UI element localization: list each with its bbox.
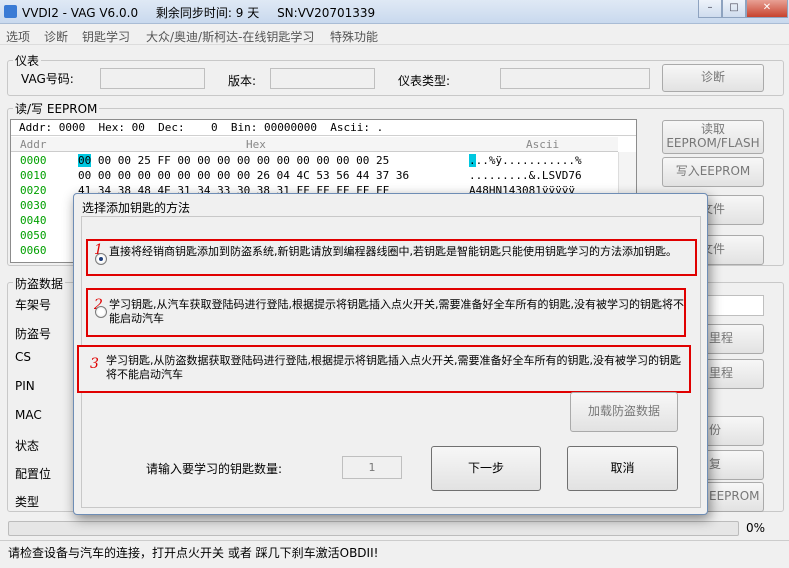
vin-label: 车架号 xyxy=(15,298,52,312)
menu-bar: 选项 诊断 钥匙学习 大众/奥迪/斯柯达-在线钥匙学习 特殊功能 xyxy=(0,25,789,45)
option-text: 学习钥匙,从防盗数据获取登陆码进行登陆,根据提示将钥匙插入点火开关,需要准备好全… xyxy=(106,354,681,381)
instrument-type-field[interactable] xyxy=(500,68,650,89)
progress-bar xyxy=(8,521,739,536)
mileage-button-2[interactable]: 里程 xyxy=(705,359,764,389)
mac-label: MAC xyxy=(15,408,42,422)
menu-diagnose[interactable]: 诊断 xyxy=(44,28,68,45)
backup-button[interactable]: 份 xyxy=(705,416,764,446)
mileage-button-1[interactable]: 里程 xyxy=(705,324,764,354)
option-dealer-key[interactable]: 1 直接将经销商钥匙添加到防盗系统,新钥匙请放到编程器线圈中,若钥匙是智能钥匙只… xyxy=(86,239,697,276)
option-radio[interactable] xyxy=(95,306,107,318)
close-icon[interactable]: ✕ xyxy=(746,0,788,18)
hex-row[interactable]: 0000 00 00 00 25 FF 00 00 00 00 00 00 00 … xyxy=(11,153,618,168)
menu-online-key-learn[interactable]: 大众/奥迪/斯柯达-在线钥匙学习 xyxy=(146,28,314,45)
minimize-icon[interactable]: – xyxy=(698,0,722,18)
dialog-title: 选择添加钥匙的方法 xyxy=(82,201,191,215)
immo-right-field[interactable] xyxy=(705,295,764,316)
add-key-dialog: 选择添加钥匙的方法 1 直接将经销商钥匙添加到防盗系统,新钥匙请放到编程器线圈中… xyxy=(73,193,708,515)
read-eeprom-button[interactable]: 读取 EEPROM/FLASH xyxy=(662,120,764,154)
config-label: 配置位 xyxy=(15,467,52,481)
hex-row-rest: 00 00 25 FF 00 00 00 00 00 00 00 00 00 0… xyxy=(91,154,390,167)
option-radio[interactable] xyxy=(95,253,107,265)
version-field[interactable] xyxy=(270,68,375,89)
eeprom-group-title: 读/写 EEPROM xyxy=(13,100,100,117)
status-label: 状态 xyxy=(15,439,40,453)
col-addr: Addr xyxy=(20,138,47,151)
option-text: 学习钥匙,从汽车获取登陆码进行登陆,根据提示将钥匙插入点火开关,需要准备好全车所… xyxy=(109,298,684,325)
option-text: 直接将经销商钥匙添加到防盗系统,新钥匙请放到编程器线圈中,若钥匙是智能钥匙只能使… xyxy=(109,245,677,258)
col-hex: Hex xyxy=(246,138,266,151)
title-sync: 剩余同步时间: 9 天 xyxy=(155,6,260,20)
write-eeprom-button[interactable]: 写入EEPROM xyxy=(662,157,764,187)
hex-address-bar: Addr: 0000 Hex: 00 Dec: 0 Bin: 00000000 … xyxy=(11,120,636,136)
col-ascii: Ascii xyxy=(526,138,560,151)
menu-options[interactable]: 选项 xyxy=(6,28,30,45)
maximize-icon[interactable]: □ xyxy=(722,0,746,18)
title-app: VVDI2 - VAG V6.0.0 xyxy=(22,6,139,20)
window-title: VVDI2 - VAG V6.0.0 剩余同步时间: 9 天 SN:VV2070… xyxy=(22,4,389,21)
immo-group-title: 防盗数据 xyxy=(13,275,66,292)
menu-special[interactable]: 特殊功能 xyxy=(330,28,378,45)
status-text: 请检查设备与汽车的连接，打开点火开关 或者 踩几下刹车激活OBDII! xyxy=(8,546,379,560)
eeprom-button[interactable]: EEPROM xyxy=(705,482,764,512)
next-button[interactable]: 下一步 xyxy=(431,446,541,491)
cs-label: CS xyxy=(15,350,31,364)
hex-row[interactable]: 0010 00 00 00 00 00 00 00 00 00 26 04 4C … xyxy=(11,168,618,183)
menu-key-learn[interactable]: 钥匙学习 xyxy=(82,28,130,45)
version-label: 版本: xyxy=(228,74,257,88)
status-bar: 请检查设备与汽车的连接，打开点火开关 或者 踩几下刹车激活OBDII! xyxy=(0,540,789,562)
option-number: 3 xyxy=(90,356,99,372)
restore-button[interactable]: 复 xyxy=(705,450,764,480)
title-sn: SN:VV20701339 xyxy=(277,6,376,20)
app-icon xyxy=(4,5,17,18)
cancel-button[interactable]: 取消 xyxy=(567,446,678,491)
title-bar: VVDI2 - VAG V6.0.0 剩余同步时间: 9 天 SN:VV2070… xyxy=(0,0,789,24)
vag-label: VAG号码: xyxy=(21,72,74,86)
key-count-label: 请输入要学习的钥匙数量: xyxy=(146,462,283,476)
load-immo-data-button[interactable]: 加载防盗数据 xyxy=(570,392,678,432)
instrument-group-title: 仪表 xyxy=(13,52,42,69)
immo-id-label: 防盗号 xyxy=(15,327,52,341)
dialog-body: 1 直接将经销商钥匙添加到防盗系统,新钥匙请放到编程器线圈中,若钥匙是智能钥匙只… xyxy=(77,216,701,508)
option-learn-from-immo[interactable]: 3 学习钥匙,从防盗数据获取登陆码进行登陆,根据提示将钥匙插入点火开关,需要准备… xyxy=(77,345,691,393)
vag-number-field[interactable] xyxy=(100,68,205,89)
diagnose-button[interactable]: 诊断 xyxy=(662,64,764,92)
instrument-type-label: 仪表类型: xyxy=(398,74,451,88)
progress-label: 0% xyxy=(746,521,766,535)
hex-header: Addr Hex Ascii xyxy=(11,137,618,152)
pin-label: PIN xyxy=(15,379,35,393)
key-count-field[interactable]: 1 xyxy=(342,456,402,479)
type-label: 类型 xyxy=(15,495,40,509)
option-learn-from-car[interactable]: 2 学习钥匙,从汽车获取登陆码进行登陆,根据提示将钥匙插入点火开关,需要准备好全… xyxy=(86,288,686,337)
